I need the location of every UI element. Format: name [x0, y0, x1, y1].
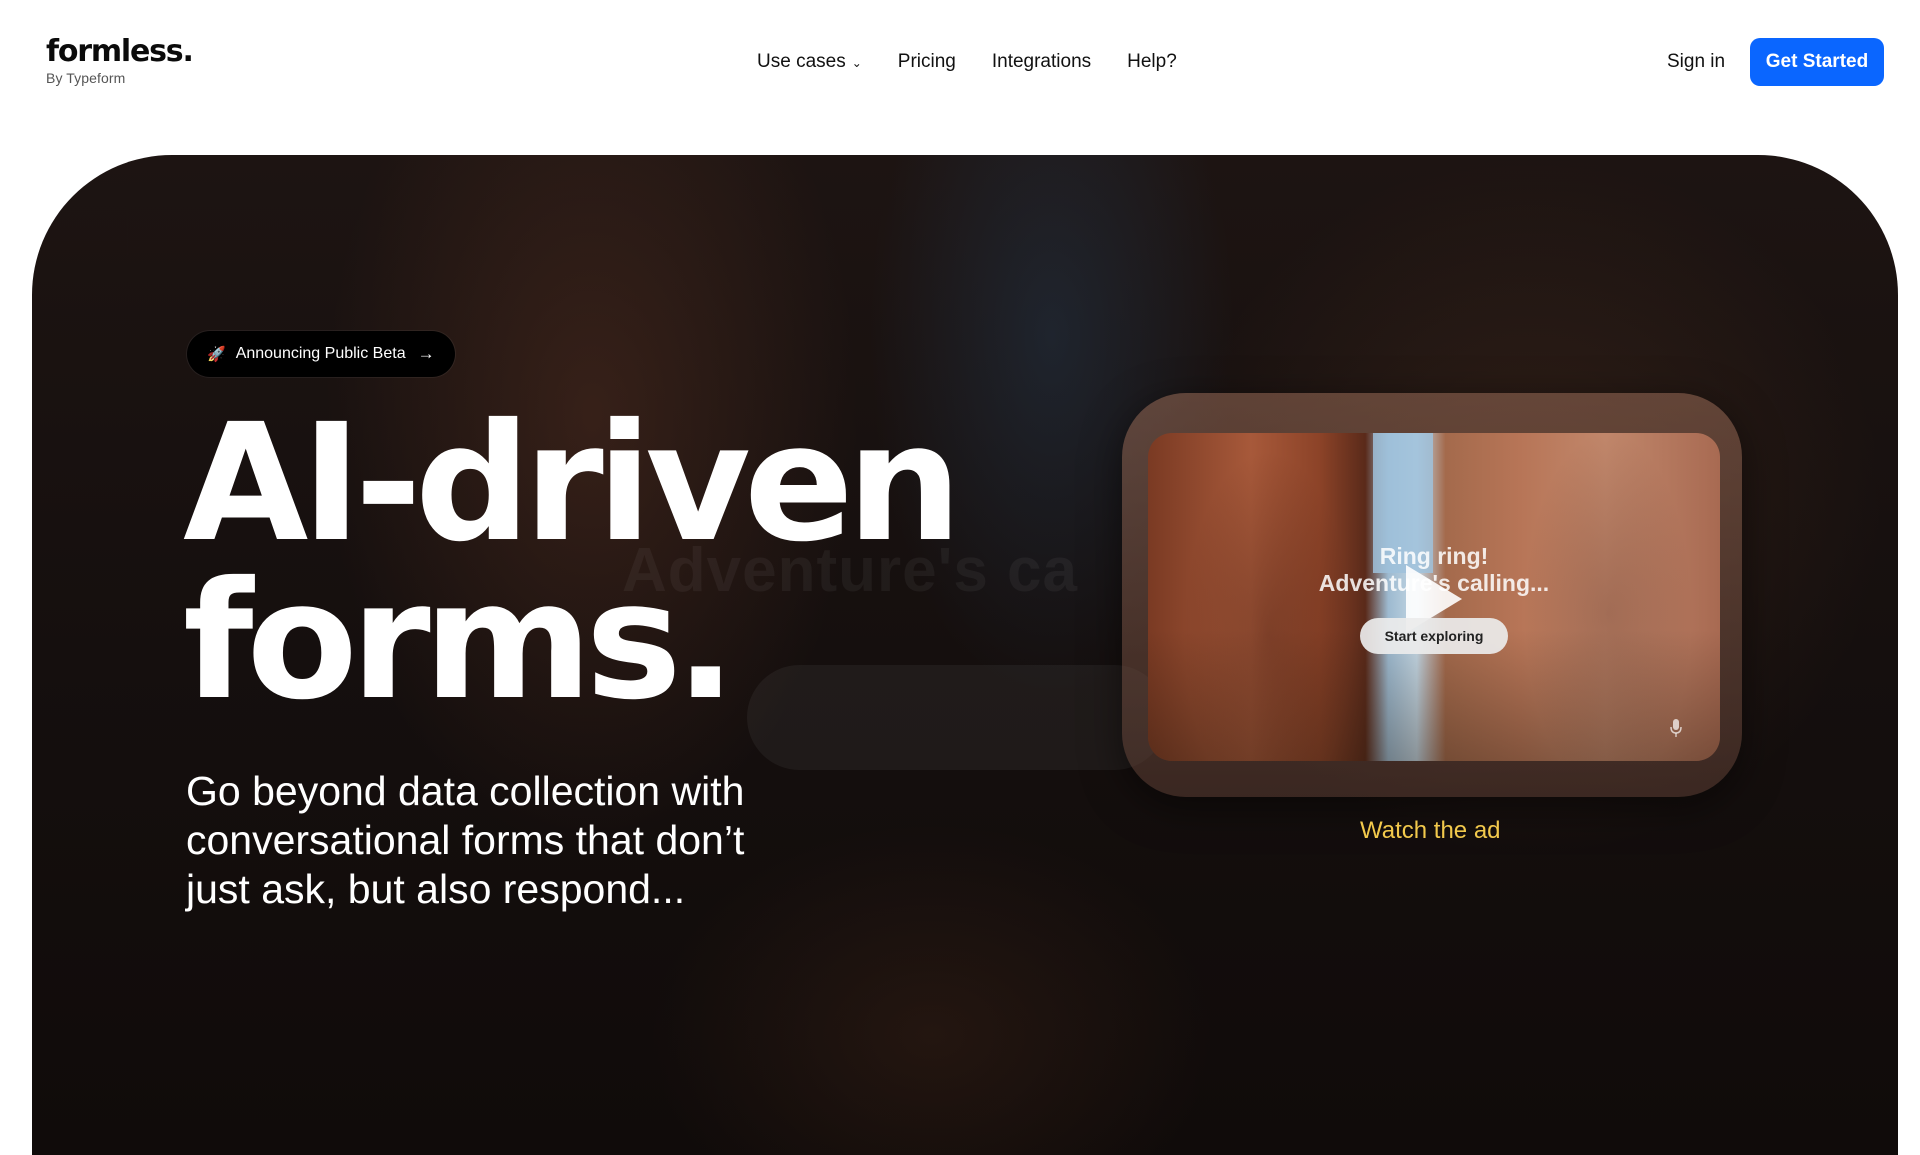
nav-pricing[interactable]: Pricing [898, 51, 956, 73]
hero-subheadline: Go beyond data collection with conversat… [186, 768, 745, 912]
arrow-right-icon: → [417, 344, 435, 363]
logo-byline: By Typeform [46, 70, 126, 86]
announcement-badge[interactable]: 🚀 Announcing Public Beta → [187, 331, 455, 377]
nav-use-cases-label: Use cases [757, 51, 846, 72]
main-nav: Use cases ⌄ Pricing Integrations Help? [757, 51, 1177, 73]
nav-use-cases[interactable]: Use cases ⌄ [757, 51, 862, 73]
watch-the-ad-link[interactable]: Watch the ad [1360, 817, 1501, 845]
headline-line-1: AI-driven [183, 390, 962, 578]
chevron-down-icon: ⌄ [851, 56, 862, 70]
headline-line-2: forms. [183, 548, 736, 736]
hero-headline: AI-driven forms. [183, 390, 962, 736]
get-started-button[interactable]: Get Started [1750, 38, 1884, 86]
video-start-exploring-button[interactable]: Start exploring [1360, 618, 1508, 654]
nav-integrations[interactable]: Integrations [992, 51, 1091, 73]
video-player[interactable]: Ring ring! Adventure's calling... Start … [1148, 433, 1720, 761]
nav-help[interactable]: Help? [1127, 51, 1177, 73]
site-header: formless. By Typeform Use cases ⌄ Pricin… [0, 0, 1920, 125]
microphone-icon[interactable] [1670, 719, 1682, 737]
rocket-icon: 🚀 [207, 346, 226, 363]
logo-wordmark: formless. [46, 34, 194, 69]
sign-in-link[interactable]: Sign in [1667, 51, 1725, 73]
logo[interactable]: formless. By Typeform [46, 34, 194, 87]
announcement-label: Announcing Public Beta [235, 345, 406, 362]
